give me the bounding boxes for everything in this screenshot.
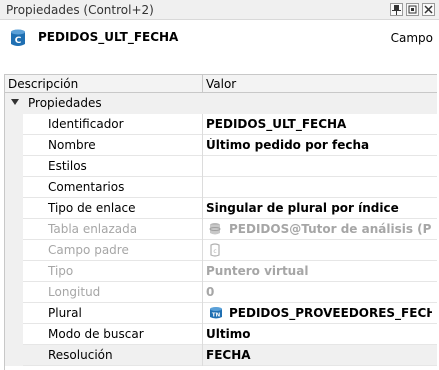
property-label: Campo padre bbox=[48, 243, 129, 257]
section-label: Propiedades bbox=[28, 96, 102, 110]
control-c-icon: C bbox=[9, 28, 27, 51]
database-icon bbox=[208, 222, 222, 239]
row-divider bbox=[202, 198, 203, 219]
column-header: Descripción Valor bbox=[5, 75, 437, 93]
property-row[interactable]: Tabla enlazada PEDIDOS@Tutor de análisis … bbox=[5, 219, 437, 240]
window-title: Propiedades (Control+2) bbox=[6, 3, 154, 17]
title-bar: Propiedades (Control+2) bbox=[0, 0, 439, 20]
property-row[interactable]: Campo padre c bbox=[5, 240, 437, 261]
property-label: Estilos bbox=[48, 159, 87, 173]
property-value: 0 bbox=[206, 285, 215, 299]
object-kind: Campo bbox=[390, 31, 433, 45]
object-name: PEDIDOS_ULT_FECHA bbox=[38, 30, 179, 44]
property-row[interactable]: Identificador PEDIDOS_ULT_FECHA bbox=[5, 114, 437, 135]
column-separator[interactable] bbox=[202, 75, 203, 93]
property-row[interactable]: Comentarios bbox=[5, 177, 437, 198]
property-label: Nombre bbox=[48, 138, 96, 152]
collapse-triangle-icon[interactable] bbox=[11, 99, 19, 105]
column-value[interactable]: Valor bbox=[206, 77, 236, 91]
row-gutter bbox=[5, 114, 23, 135]
section-propiedades[interactable]: Propiedades bbox=[5, 93, 437, 114]
property-label: Identificador bbox=[48, 117, 124, 131]
property-value[interactable]: PEDIDOS_ULT_FECHA bbox=[206, 117, 432, 131]
row-gutter bbox=[5, 261, 23, 282]
row-divider bbox=[202, 156, 203, 177]
property-row[interactable]: Tipo Puntero virtual bbox=[5, 261, 437, 282]
property-value[interactable]: Singular de plural por índice bbox=[206, 201, 432, 215]
svg-text:TN: TN bbox=[212, 313, 221, 319]
property-row[interactable]: Estilos bbox=[5, 156, 437, 177]
restore-icon[interactable] bbox=[406, 3, 419, 16]
svg-text:C: C bbox=[15, 36, 22, 46]
row-divider bbox=[202, 177, 203, 198]
property-value[interactable]: FECHA bbox=[206, 348, 432, 362]
property-row[interactable]: Modo de buscar Ultimo bbox=[5, 324, 437, 345]
column-description[interactable]: Descripción bbox=[8, 77, 78, 91]
pin-icon[interactable] bbox=[390, 3, 403, 16]
close-icon[interactable] bbox=[422, 3, 435, 16]
row-divider bbox=[202, 219, 203, 240]
property-label: Plural bbox=[48, 306, 82, 320]
row-divider bbox=[202, 345, 203, 366]
property-value: Puntero virtual bbox=[206, 264, 309, 278]
row-divider bbox=[202, 240, 203, 261]
row-gutter bbox=[5, 324, 23, 345]
property-value[interactable]: Ultimo bbox=[206, 327, 432, 341]
property-label: Tipo bbox=[48, 264, 74, 278]
property-value[interactable]: Último pedido por fecha bbox=[206, 138, 432, 152]
property-row[interactable]: Plural TN PEDIDOS_PROVEEDORES_FECHA bbox=[5, 303, 437, 324]
property-grid: Descripción Valor Propiedades Identifica… bbox=[4, 74, 437, 370]
row-gutter bbox=[5, 135, 23, 156]
property-label: Tabla enlazada bbox=[48, 222, 138, 236]
field-icon: c bbox=[208, 243, 222, 260]
row-gutter bbox=[5, 219, 23, 240]
property-label: Resolución bbox=[48, 348, 113, 362]
property-label: Modo de buscar bbox=[48, 327, 144, 341]
property-row[interactable]: Tipo de enlace Singular de plural por índ… bbox=[5, 198, 437, 219]
property-row[interactable]: Nombre Último pedido por fecha bbox=[5, 135, 437, 156]
row-gutter bbox=[5, 345, 23, 366]
row-gutter bbox=[5, 156, 23, 177]
property-value: PEDIDOS@Tutor de análisis (Proye... bbox=[229, 222, 432, 236]
object-header bbox=[0, 20, 439, 70]
row-gutter bbox=[5, 282, 23, 303]
row-gutter bbox=[5, 177, 23, 198]
plural-icon: TN bbox=[208, 306, 224, 323]
row-divider bbox=[202, 261, 203, 282]
property-row[interactable]: Resolución FECHA bbox=[5, 345, 437, 366]
row-divider bbox=[202, 135, 203, 156]
row-gutter bbox=[5, 198, 23, 219]
row-divider bbox=[202, 324, 203, 345]
svg-text:c: c bbox=[213, 248, 216, 255]
row-gutter bbox=[5, 303, 23, 324]
property-label: Longitud bbox=[48, 285, 101, 299]
row-gutter bbox=[5, 240, 23, 261]
property-value[interactable]: PEDIDOS_PROVEEDORES_FECHA bbox=[229, 306, 432, 320]
property-row[interactable]: Longitud 0 bbox=[5, 282, 437, 303]
row-divider bbox=[202, 303, 203, 324]
property-label: Tipo de enlace bbox=[48, 201, 136, 215]
row-divider bbox=[202, 282, 203, 303]
property-label: Comentarios bbox=[48, 180, 125, 194]
row-divider bbox=[202, 114, 203, 135]
